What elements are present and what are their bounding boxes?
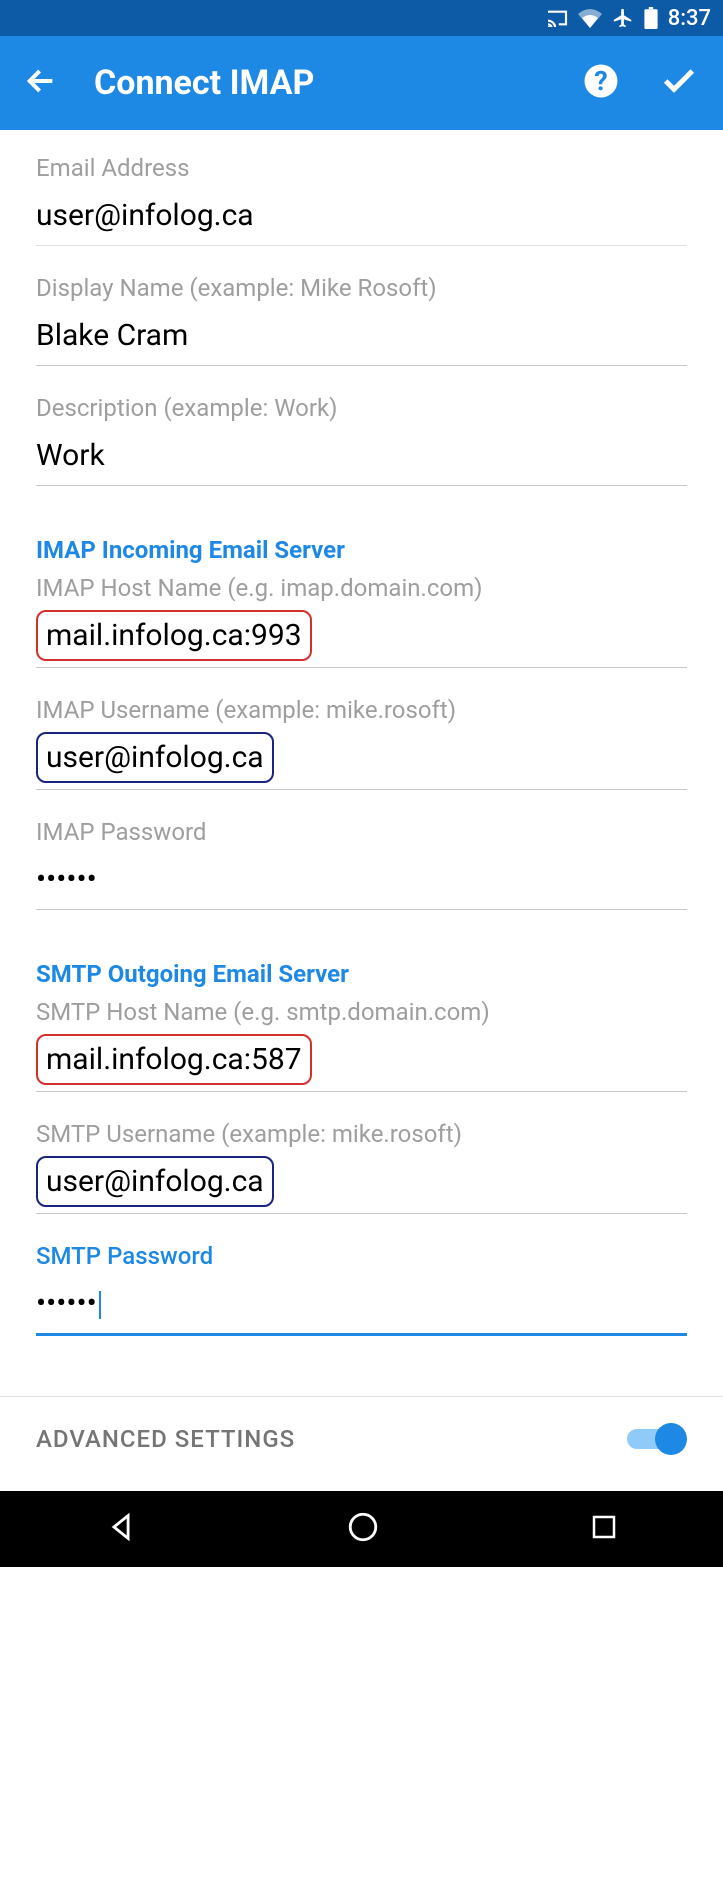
smtp-host-input[interactable]: mail.infolog.ca:587	[36, 1034, 312, 1085]
cast-icon	[546, 9, 568, 27]
airplane-icon	[612, 7, 634, 29]
email-input[interactable]	[36, 192, 687, 246]
imap-host-label: IMAP Host Name (e.g. imap.domain.com)	[36, 574, 687, 602]
help-button[interactable]: ?	[583, 63, 619, 103]
imap-pass-input[interactable]	[36, 856, 687, 910]
smtp-user-label: SMTP Username (example: mike.rosoft)	[36, 1120, 687, 1148]
page-title: Connect IMAP	[84, 63, 583, 103]
email-label: Email Address	[36, 154, 687, 182]
advanced-settings-label: ADVANCED SETTINGS	[36, 1425, 295, 1453]
smtp-pass-label: SMTP Password	[36, 1242, 687, 1270]
display-name-label: Display Name (example: Mike Rosoft)	[36, 274, 687, 302]
imap-host-field-group: IMAP Host Name (e.g. imap.domain.com) ma…	[36, 574, 687, 668]
imap-pass-label: IMAP Password	[36, 818, 687, 846]
smtp-user-input[interactable]: user@infolog.ca	[36, 1156, 274, 1207]
app-bar: Connect IMAP ?	[0, 36, 723, 130]
status-bar: 8:37	[0, 0, 723, 36]
form-content: Email Address Display Name (example: Mik…	[0, 130, 723, 1336]
display-name-field-group: Display Name (example: Mike Rosoft)	[36, 274, 687, 366]
smtp-pass-field-group: SMTP Password ••••••	[36, 1242, 687, 1336]
wifi-icon	[578, 8, 602, 28]
display-name-input[interactable]	[36, 312, 687, 366]
imap-host-input[interactable]: mail.infolog.ca:993	[36, 610, 312, 661]
confirm-button[interactable]	[659, 61, 699, 105]
smtp-pass-value: ••••••	[36, 1286, 97, 1321]
email-field-group: Email Address	[36, 154, 687, 246]
battery-icon	[644, 7, 658, 29]
imap-user-field-group: IMAP Username (example: mike.rosoft) use…	[36, 696, 687, 790]
text-cursor	[99, 1291, 101, 1319]
advanced-toggle[interactable]	[627, 1421, 687, 1457]
nav-back-button[interactable]	[104, 1510, 138, 1548]
smtp-pass-input[interactable]: ••••••	[36, 1280, 687, 1336]
back-button[interactable]	[24, 64, 84, 102]
nav-recent-button[interactable]	[589, 1512, 619, 1546]
smtp-section-header: SMTP Outgoing Email Server	[36, 960, 687, 988]
toggle-thumb	[655, 1423, 687, 1455]
description-field-group: Description (example: Work)	[36, 394, 687, 486]
imap-pass-field-group: IMAP Password	[36, 818, 687, 910]
android-nav-bar	[0, 1491, 723, 1567]
imap-user-input[interactable]: user@infolog.ca	[36, 732, 274, 783]
status-time: 8:37	[668, 6, 711, 31]
description-input[interactable]	[36, 432, 687, 486]
advanced-settings-row[interactable]: ADVANCED SETTINGS	[0, 1397, 723, 1481]
nav-home-button[interactable]	[346, 1510, 380, 1548]
smtp-user-field-group: SMTP Username (example: mike.rosoft) use…	[36, 1120, 687, 1214]
svg-text:?: ?	[594, 65, 607, 97]
imap-user-label: IMAP Username (example: mike.rosoft)	[36, 696, 687, 724]
description-label: Description (example: Work)	[36, 394, 687, 422]
smtp-host-field-group: SMTP Host Name (e.g. smtp.domain.com) ma…	[36, 998, 687, 1092]
imap-section-header: IMAP Incoming Email Server	[36, 536, 687, 564]
smtp-host-label: SMTP Host Name (e.g. smtp.domain.com)	[36, 998, 687, 1026]
